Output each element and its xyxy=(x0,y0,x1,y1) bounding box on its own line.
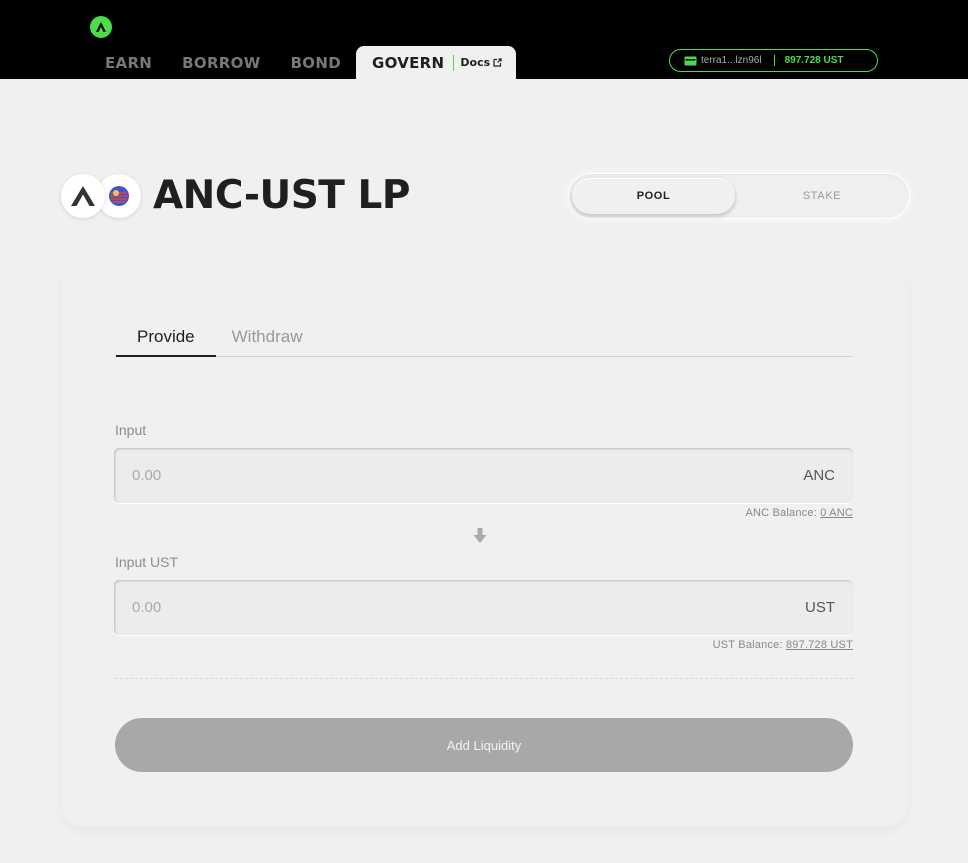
liquidity-card: Provide Withdraw Input ANC ANC Balance: … xyxy=(62,260,907,826)
main-nav: EARN BORROW BOND GOVERN Docs xyxy=(90,46,517,79)
docs-link[interactable]: Docs xyxy=(453,54,502,71)
nav-govern-label[interactable]: GOVERN xyxy=(372,54,444,72)
anc-balance-label: ANC Balance: xyxy=(745,507,817,519)
ust-balance-label: UST Balance: xyxy=(712,639,783,651)
wallet-button[interactable]: terra1...lzn96l 897.728 UST xyxy=(669,49,878,72)
wallet-icon xyxy=(684,56,697,65)
token-pair-icons xyxy=(61,174,141,218)
docs-label[interactable]: Docs xyxy=(460,56,490,69)
ust-unit-label: UST xyxy=(805,599,835,616)
nav-govern[interactable]: GOVERN Docs xyxy=(355,46,517,79)
ust-input-label: Input UST xyxy=(115,554,179,570)
pool-stake-toggle: POOL STAKE xyxy=(568,173,910,219)
anc-balance: ANC Balance: 0 ANC xyxy=(745,507,853,519)
wallet-balance: 897.728 UST xyxy=(784,55,844,66)
divider xyxy=(115,678,853,679)
ust-balance: UST Balance: 897.728 UST xyxy=(713,639,853,651)
tab-withdraw[interactable]: Withdraw xyxy=(216,323,324,356)
tab-provide[interactable]: Provide xyxy=(116,323,216,357)
ust-input-field[interactable]: UST xyxy=(114,580,853,635)
external-link-icon xyxy=(493,58,502,67)
nav-bond[interactable]: BOND xyxy=(276,46,356,79)
page-title: ANC-UST LP xyxy=(153,173,410,218)
anc-input-field[interactable]: ANC xyxy=(114,448,853,503)
anc-balance-value[interactable]: 0 ANC xyxy=(820,507,853,519)
toggle-stake[interactable]: STAKE xyxy=(740,178,904,214)
anchor-logo-icon[interactable] xyxy=(90,16,112,38)
provide-withdraw-tabs: Provide Withdraw xyxy=(116,323,853,357)
wallet-address: terra1...lzn96l xyxy=(701,55,762,66)
anc-input-label: Input xyxy=(115,422,147,438)
wallet-divider xyxy=(773,55,775,66)
add-liquidity-button[interactable]: Add Liquidity xyxy=(115,718,853,772)
nav-borrow[interactable]: BORROW xyxy=(167,46,275,79)
anc-amount-input[interactable] xyxy=(132,467,804,484)
anc-token-icon xyxy=(61,174,105,218)
ust-amount-input[interactable] xyxy=(132,599,805,616)
toggle-pool[interactable]: POOL xyxy=(572,178,735,214)
top-header: EARN BORROW BOND GOVERN Docs terra1...lz… xyxy=(0,0,968,79)
ust-balance-value[interactable]: 897.728 UST xyxy=(786,639,853,651)
anc-unit-label: ANC xyxy=(803,467,835,484)
arrow-down-icon xyxy=(473,528,487,543)
nav-earn[interactable]: EARN xyxy=(90,46,167,79)
